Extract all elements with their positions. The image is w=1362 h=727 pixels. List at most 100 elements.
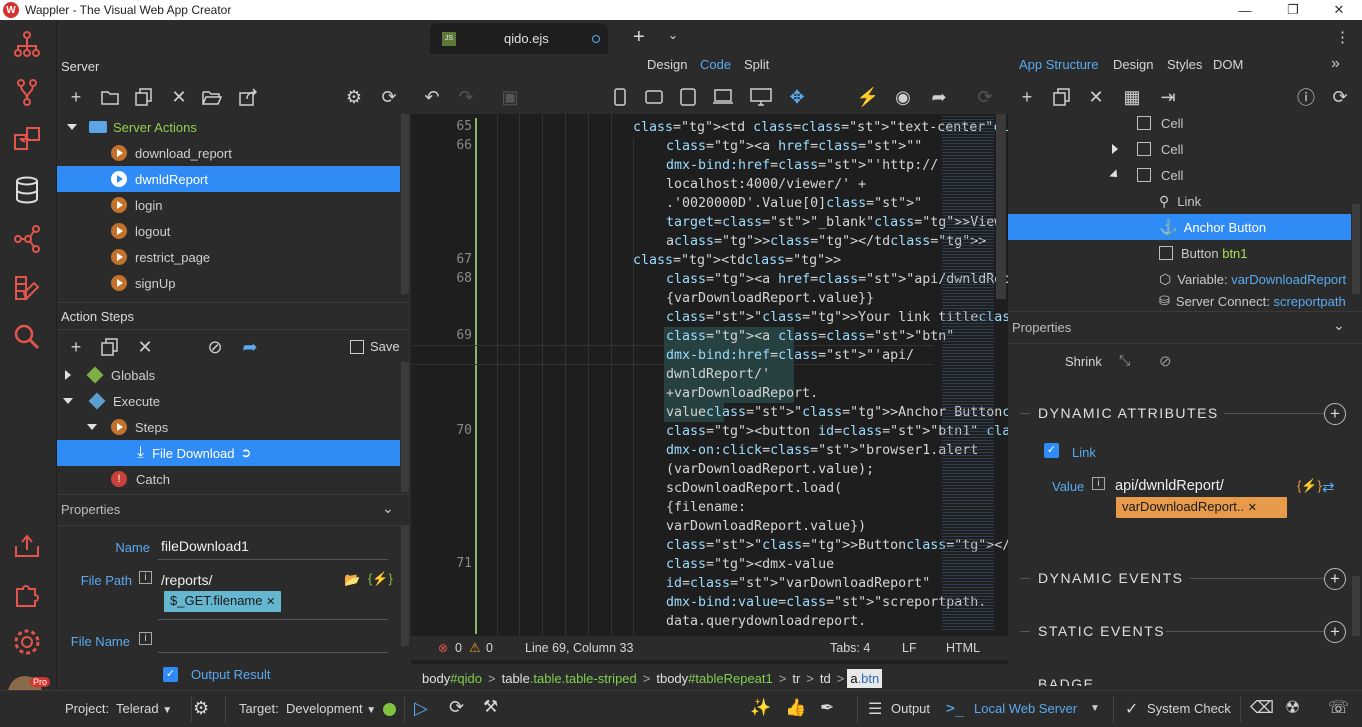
- language-mode[interactable]: HTML: [946, 641, 980, 655]
- system-check-button[interactable]: System Check: [1147, 701, 1231, 716]
- output-icon[interactable]: ☰: [868, 699, 882, 719]
- restore-button[interactable]: ❐: [1270, 0, 1316, 20]
- code-line[interactable]: scDownloadReport.load(: [666, 479, 842, 498]
- preview-eye-icon[interactable]: ◉: [891, 85, 915, 109]
- code-line[interactable]: class="tg"><dmx-value: [666, 555, 834, 574]
- desktop-view-icon[interactable]: [749, 85, 773, 109]
- add-dynamic-attribute-icon[interactable]: +: [1324, 403, 1346, 425]
- cursor-position[interactable]: Line 69, Column 33: [525, 641, 633, 655]
- close-button[interactable]: ✕: [1316, 0, 1362, 20]
- extensions-icon[interactable]: [8, 575, 46, 613]
- step-item-steps[interactable]: Steps: [57, 414, 400, 440]
- code-line[interactable]: (varDownloadReport.value);: [666, 460, 874, 479]
- code-line[interactable]: class="tg"><a class=class="st">"btn": [666, 327, 954, 346]
- minimize-button[interactable]: —: [1222, 0, 1268, 20]
- design-icon[interactable]: [8, 269, 46, 307]
- local-web-server-button[interactable]: Local Web Server: [974, 701, 1077, 716]
- save-button[interactable]: Save: [350, 339, 400, 354]
- dynamic-data-icon[interactable]: {⚡}: [1297, 478, 1322, 494]
- tab-split[interactable]: Split: [744, 57, 769, 72]
- step-item-globals[interactable]: Globals: [57, 362, 400, 388]
- code-line[interactable]: {filename:: [666, 498, 746, 517]
- code-line[interactable]: class="tg"><a href=class="st">"": [666, 137, 922, 156]
- app-connect-icon[interactable]: [8, 25, 46, 63]
- tab-design[interactable]: Design: [647, 57, 687, 72]
- laptop-view-icon[interactable]: [711, 85, 735, 109]
- structure-node-cell[interactable]: Cell: [1008, 136, 1351, 162]
- tab-styles[interactable]: Styles: [1167, 57, 1202, 72]
- info-icon[interactable]: i: [139, 632, 152, 645]
- server-action-item[interactable]: signUp: [57, 270, 400, 296]
- breadcrumb-item[interactable]: tr: [789, 669, 803, 688]
- camera-icon[interactable]: ▣: [498, 85, 522, 109]
- server-action-item[interactable]: logout: [57, 218, 400, 244]
- api-icon[interactable]: [8, 220, 46, 258]
- bug-icon[interactable]: ☢: [1285, 698, 1300, 718]
- properties-scrollbar[interactable]: [401, 526, 409, 646]
- explorer-scrollbar[interactable]: [401, 114, 409, 294]
- share-icon[interactable]: [237, 85, 261, 109]
- phone-view-icon[interactable]: [608, 85, 632, 109]
- delete-step-icon[interactable]: ✕: [133, 335, 157, 359]
- minimap[interactable]: [942, 116, 994, 632]
- settings-icon[interactable]: [8, 623, 46, 661]
- properties-scrollbar[interactable]: [1352, 576, 1360, 636]
- expand-icon[interactable]: [65, 370, 71, 380]
- add-component-icon[interactable]: +: [1015, 85, 1039, 109]
- tab-qido[interactable]: JS qido.ejs: [430, 23, 608, 54]
- fit-view-icon[interactable]: ✥: [785, 85, 809, 109]
- panel-expand-icon[interactable]: »: [1331, 55, 1340, 73]
- code-line[interactable]: .'0020000D'.Value[0]class="st">": [666, 194, 922, 213]
- structure-node-cell[interactable]: Cell: [1008, 110, 1351, 136]
- restart-icon[interactable]: ⟳: [449, 697, 464, 718]
- add-icon[interactable]: +: [64, 85, 88, 109]
- tab-dom[interactable]: DOM: [1213, 57, 1243, 72]
- open-folder-icon[interactable]: [200, 85, 224, 109]
- shuffle-icon[interactable]: ⇄: [1322, 478, 1335, 496]
- tab-code[interactable]: Code: [700, 57, 731, 72]
- search-icon[interactable]: [8, 318, 46, 356]
- export-step-icon[interactable]: ➦: [238, 335, 262, 359]
- tree-root-server-actions[interactable]: Server Actions: [57, 114, 400, 140]
- lightning-icon[interactable]: ⚡: [856, 85, 880, 109]
- brush-icon[interactable]: ✒: [820, 698, 834, 718]
- folder-browse-icon[interactable]: 📂: [344, 572, 360, 588]
- tablet-view-icon[interactable]: [676, 85, 700, 109]
- server-connect-icon[interactable]: [8, 121, 46, 159]
- duplicate-icon[interactable]: [132, 85, 156, 109]
- magic-icon[interactable]: ✨: [750, 698, 771, 718]
- database-icon[interactable]: [8, 171, 46, 209]
- structure-node-cell[interactable]: Cell: [1008, 162, 1351, 188]
- server-action-item[interactable]: restrict_page: [57, 244, 400, 270]
- code-line[interactable]: dmx-bind:href=class="st">"'api/: [666, 346, 914, 365]
- code-line[interactable]: id=class="st">"varDownloadReport": [666, 574, 930, 593]
- breadcrumb-item[interactable]: table.table.table-striped: [499, 669, 640, 688]
- delete-icon[interactable]: ✕: [167, 85, 191, 109]
- collapse-icon[interactable]: [87, 424, 97, 430]
- new-folder-icon[interactable]: [98, 85, 122, 109]
- wrap-icon[interactable]: ▦: [1120, 85, 1144, 109]
- info-icon[interactable]: i: [139, 571, 152, 584]
- reload-icon[interactable]: ⟳: [973, 85, 997, 109]
- code-line[interactable]: dwnldReport/': [666, 365, 770, 384]
- output-result-checkbox[interactable]: ✓: [163, 667, 178, 682]
- check-icon[interactable]: ✓: [1125, 699, 1138, 719]
- gear-icon[interactable]: ⚙: [342, 85, 366, 109]
- breadcrumb-item[interactable]: tbody#tableRepeat1: [653, 669, 775, 688]
- add-static-event-icon[interactable]: +: [1324, 621, 1346, 643]
- collapse-icon[interactable]: [1109, 169, 1121, 181]
- build-icon[interactable]: ⚒: [483, 697, 498, 717]
- breadcrumb-item[interactable]: td: [817, 669, 834, 688]
- step-item-execute[interactable]: Execute: [57, 388, 400, 414]
- file-path-field[interactable]: /reports/: [161, 572, 212, 588]
- target-select[interactable]: Development ▼: [286, 701, 376, 716]
- bell-icon[interactable]: ☏: [1328, 698, 1349, 718]
- tab-app-structure[interactable]: App Structure: [1019, 57, 1099, 72]
- run-icon[interactable]: ▷: [414, 698, 428, 719]
- project-select[interactable]: Telerad ▼: [116, 701, 172, 716]
- code-line[interactable]: target=class="st">"_blank"class="tg">>Vi…: [666, 213, 1066, 232]
- project-settings-icon[interactable]: ⚙: [193, 698, 209, 719]
- server-action-item[interactable]: download_report: [57, 140, 400, 166]
- expand-icon[interactable]: [1112, 144, 1118, 154]
- step-item-file-download[interactable]: ⤓ File Download ➲: [57, 440, 400, 466]
